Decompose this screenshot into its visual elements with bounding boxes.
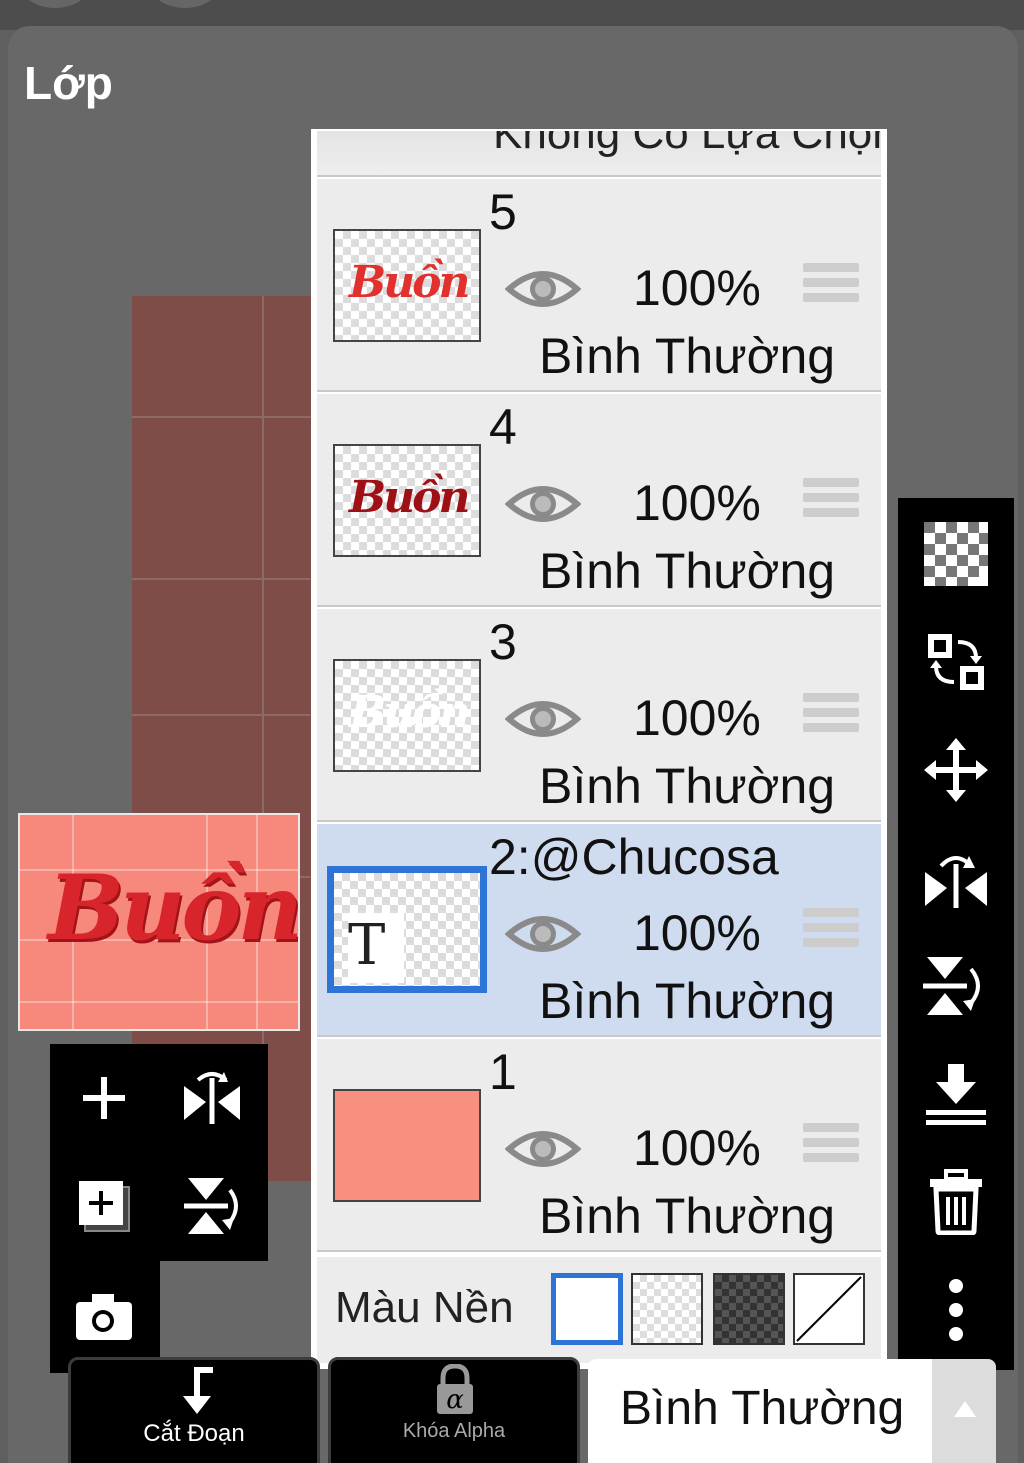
merge-down-icon bbox=[926, 1064, 986, 1125]
layer-row-4[interactable]: Buồn 4 100% Bình Thường bbox=[317, 394, 881, 607]
lock-icon: α bbox=[437, 1364, 473, 1415]
clip-arrow-icon bbox=[183, 1367, 213, 1414]
layer-row-2[interactable]: T 2:@Chucosa 100% Bình Thường bbox=[317, 824, 881, 1037]
drag-handle-icon[interactable] bbox=[803, 263, 859, 308]
right-toolbar bbox=[898, 498, 1014, 1370]
alpha-lock-button[interactable]: α Khóa Alpha bbox=[328, 1357, 580, 1463]
duplicate-layer-icon bbox=[79, 1181, 130, 1232]
layer-name: 5 bbox=[489, 184, 517, 240]
blend-mode-dropdown-button[interactable] bbox=[932, 1359, 996, 1463]
add-layer-icon bbox=[83, 1077, 125, 1119]
layer-blend-mode: Bình Thường bbox=[539, 328, 836, 384]
more-button[interactable] bbox=[916, 1270, 996, 1350]
blend-mode-value: Bình Thường bbox=[620, 1382, 905, 1435]
flip-vertical-icon bbox=[184, 1178, 238, 1234]
panel-title: Lớp bbox=[24, 57, 113, 109]
transparency-button[interactable] bbox=[916, 514, 996, 594]
flip-h-rotate-button[interactable] bbox=[916, 838, 996, 918]
top-control-right bbox=[150, 0, 220, 8]
svg-text:α: α bbox=[446, 1385, 464, 1415]
add-layer-button[interactable] bbox=[64, 1058, 144, 1138]
layer-opacity[interactable]: 100% bbox=[633, 474, 761, 532]
flip-vertical-button[interactable] bbox=[172, 1166, 252, 1246]
eye-icon[interactable] bbox=[505, 910, 581, 958]
flip-horizontal-icon bbox=[184, 1072, 240, 1124]
text-layer-icon: T bbox=[348, 913, 404, 983]
flip-horizontal-button[interactable] bbox=[172, 1058, 252, 1138]
chevron-up-icon bbox=[954, 1401, 976, 1417]
eye-icon[interactable] bbox=[505, 695, 581, 743]
layer-opacity[interactable]: 100% bbox=[633, 1119, 761, 1177]
drag-handle-icon[interactable] bbox=[803, 693, 859, 738]
layer-name: 2:@Chucosa bbox=[489, 829, 779, 885]
layer-blend-mode: Bình Thường bbox=[539, 973, 836, 1029]
transparency-icon bbox=[924, 522, 988, 586]
drag-handle-icon[interactable] bbox=[803, 1123, 859, 1168]
merge-down-button[interactable] bbox=[916, 1054, 996, 1134]
drag-handle-icon[interactable] bbox=[803, 908, 859, 953]
layer-thumbnail bbox=[333, 1089, 481, 1202]
no-background-icon bbox=[796, 1276, 862, 1342]
trash-icon bbox=[930, 1169, 982, 1235]
flip-v-rotate-icon bbox=[923, 957, 980, 1015]
top-control-left bbox=[20, 0, 90, 8]
camera-icon bbox=[76, 1294, 132, 1340]
selection-header[interactable]: Không Có Lựa Chọn bbox=[317, 131, 881, 177]
bg-swatch-dark-checker[interactable] bbox=[713, 1273, 785, 1345]
drag-handle-icon[interactable] bbox=[803, 478, 859, 523]
layer-blend-mode: Bình Thường bbox=[539, 543, 836, 599]
delete-layer-button[interactable] bbox=[916, 1162, 996, 1242]
layer-row-1[interactable]: 1 100% Bình Thường bbox=[317, 1039, 881, 1252]
blend-mode-select[interactable]: Bình Thường bbox=[588, 1359, 932, 1463]
layer-name: 3 bbox=[489, 614, 517, 670]
more-icon bbox=[949, 1279, 963, 1341]
layer-opacity[interactable]: 100% bbox=[633, 904, 761, 962]
layer-thumbnail: Buồn bbox=[333, 444, 481, 557]
move-icon bbox=[924, 738, 988, 802]
background-color-row: Màu Nền bbox=[317, 1257, 881, 1363]
layer-name: 1 bbox=[489, 1044, 517, 1100]
layer-opacity[interactable]: 100% bbox=[633, 259, 761, 317]
bg-swatch-white[interactable] bbox=[551, 1273, 623, 1345]
preview-word: Buồn bbox=[48, 855, 299, 961]
flip-v-rotate-button[interactable] bbox=[916, 946, 996, 1026]
clip-label: Cắt Đoạn bbox=[143, 1420, 245, 1447]
layer-thumbnail: Buồn bbox=[333, 659, 481, 772]
clip-button[interactable]: Cắt Đoạn bbox=[68, 1357, 320, 1463]
move-button[interactable] bbox=[916, 730, 996, 810]
layer-panel: Lớp Buồn Không Có Lựa Chọn Buồn 5 100% B… bbox=[8, 26, 1018, 1463]
background-label: Màu Nền bbox=[335, 1283, 514, 1332]
flip-h-rotate-icon bbox=[925, 856, 987, 908]
bg-swatch-none[interactable] bbox=[793, 1273, 865, 1345]
layer-blend-mode: Bình Thường bbox=[539, 758, 836, 814]
layer-list: Không Có Lựa Chọn Buồn 5 100% Bình Thườn… bbox=[311, 129, 887, 1369]
layer-thumbnail: Buồn bbox=[333, 229, 481, 342]
selection-status: Không Có Lựa Chọn bbox=[493, 131, 881, 158]
layer-blend-mode: Bình Thường bbox=[539, 1188, 836, 1244]
layer-opacity[interactable]: 100% bbox=[633, 689, 761, 747]
layer-row-5[interactable]: Buồn 5 100% Bình Thường bbox=[317, 179, 881, 392]
eye-icon[interactable] bbox=[505, 480, 581, 528]
alpha-lock-label: Khóa Alpha bbox=[402, 1420, 506, 1442]
eye-icon[interactable] bbox=[505, 265, 581, 313]
layer-name: 4 bbox=[489, 399, 517, 455]
layer-row-3[interactable]: Buồn 3 100% Bình Thường bbox=[317, 609, 881, 822]
swap-icon bbox=[928, 634, 984, 690]
eye-icon[interactable] bbox=[505, 1125, 581, 1173]
swap-button[interactable] bbox=[916, 622, 996, 702]
camera-button[interactable] bbox=[64, 1277, 144, 1357]
duplicate-layer-button[interactable] bbox=[64, 1166, 144, 1246]
canvas-preview: Buồn bbox=[18, 813, 300, 1031]
left-toolbox bbox=[50, 1044, 268, 1261]
bg-swatch-light-checker[interactable] bbox=[631, 1273, 703, 1345]
layer-thumbnail: T bbox=[327, 866, 487, 993]
